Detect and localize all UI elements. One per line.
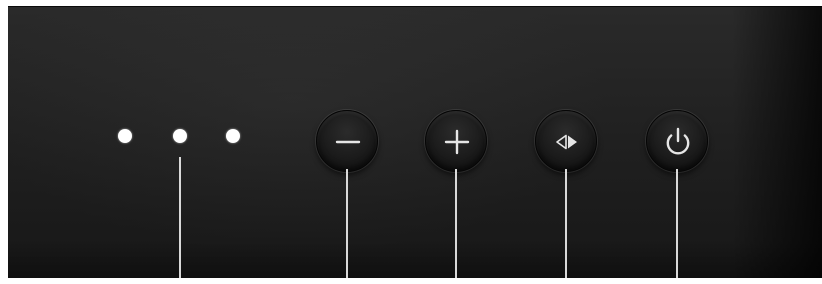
indicator-light-3 xyxy=(226,129,240,143)
input-switch-icon xyxy=(556,134,577,150)
input-switch-button[interactable] xyxy=(535,110,597,172)
callout-line-minus xyxy=(346,169,348,278)
control-panel-screenshot xyxy=(0,0,822,284)
power-icon xyxy=(666,127,690,155)
plus-icon xyxy=(444,129,470,155)
minus-icon xyxy=(335,140,361,144)
indicator-light-2 xyxy=(173,129,187,143)
callout-line-input-switch xyxy=(565,169,567,278)
minus-button[interactable] xyxy=(316,110,378,172)
callout-line-power xyxy=(676,169,678,278)
indicator-light-1 xyxy=(118,129,132,143)
control-panel xyxy=(8,6,822,278)
callout-line-plus xyxy=(455,169,457,278)
power-button[interactable] xyxy=(646,110,708,172)
callout-line-indicators xyxy=(179,157,181,278)
plus-button[interactable] xyxy=(425,110,487,172)
